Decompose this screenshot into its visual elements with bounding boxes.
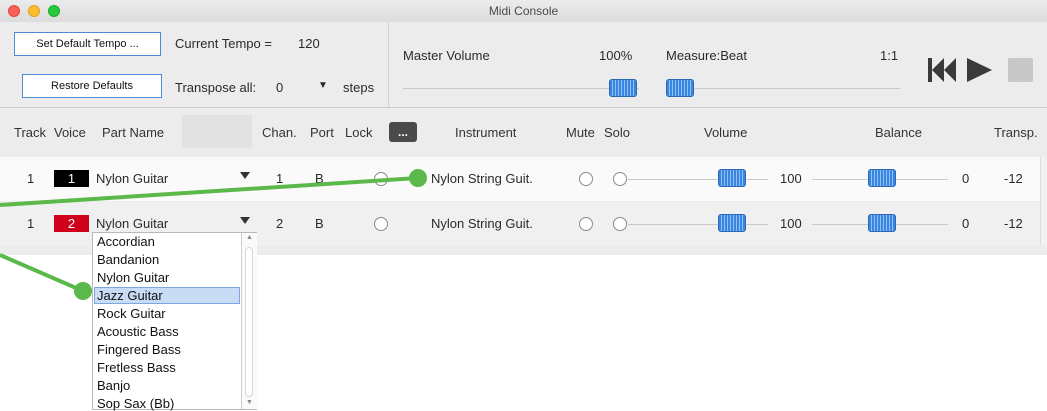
rewind-icon[interactable]	[928, 58, 956, 82]
dropdown-scrollbar[interactable]: ▲ ▼	[241, 233, 257, 409]
mute-toggle[interactable]	[579, 172, 593, 186]
transpose-all-label: Transpose all:	[175, 80, 257, 95]
set-default-tempo-button[interactable]: Set Default Tempo ...	[14, 32, 161, 56]
measure-track[interactable]	[666, 88, 900, 89]
balance-slider-thumb[interactable]	[868, 169, 896, 187]
header-transp: Transp.	[994, 125, 1038, 140]
list-item[interactable]: Fretless Bass	[97, 360, 176, 375]
port-value[interactable]: B	[315, 216, 324, 231]
master-volume-label: Master Volume	[403, 48, 490, 63]
header-lock: Lock	[345, 125, 373, 140]
mute-toggle[interactable]	[579, 217, 593, 231]
current-tempo-label: Current Tempo =	[175, 36, 272, 51]
voice-badge: 1	[54, 170, 89, 187]
volume-slider-thumb[interactable]	[718, 214, 746, 232]
header-instrument: Instrument	[455, 125, 517, 140]
measure-beat-value: 1:1	[880, 48, 899, 63]
list-item[interactable]: Nylon Guitar	[97, 270, 169, 285]
transport-controls	[928, 58, 1033, 82]
volume-value: 100	[780, 216, 802, 231]
solo-toggle[interactable]	[613, 172, 627, 186]
steps-label: steps	[343, 80, 375, 95]
lock-toggle[interactable]	[374, 172, 388, 186]
transpose-value[interactable]: -12	[1004, 216, 1023, 231]
toolbar-divider	[388, 22, 389, 107]
header-volume: Volume	[704, 125, 748, 140]
more-options-button[interactable]: ...	[389, 122, 417, 142]
list-item[interactable]: Bandanion	[97, 252, 159, 267]
list-item[interactable]: Banjo	[97, 378, 130, 393]
part-dropdown-icon[interactable]	[240, 217, 250, 224]
master-volume-slider-thumb[interactable]	[609, 79, 637, 97]
table-scrollbar[interactable]	[1040, 157, 1047, 245]
header-port: Port	[310, 125, 334, 140]
master-volume-track[interactable]	[403, 88, 639, 89]
header-chan: Chan.	[262, 125, 297, 140]
port-value[interactable]: B	[315, 171, 324, 186]
lock-toggle[interactable]	[374, 217, 388, 231]
measure-beat-label: Measure:Beat	[666, 48, 747, 63]
header-mute: Mute	[566, 125, 595, 140]
master-volume-value: 100%	[599, 48, 633, 63]
list-item[interactable]: Sop Sax (Bb)	[97, 396, 174, 411]
part-dropdown-icon[interactable]	[240, 172, 250, 179]
instrument-name: Nylon String Guit.	[431, 216, 533, 231]
list-item[interactable]: Fingered Bass	[97, 342, 181, 357]
voice-badge: 2	[54, 215, 89, 232]
balance-value: 0	[962, 216, 970, 231]
header-part-name: Part Name	[102, 125, 165, 140]
track-number: 1	[27, 171, 35, 186]
part-name-select[interactable]: Nylon Guitar	[96, 171, 168, 186]
header-voice: Voice	[54, 125, 86, 140]
current-tempo-value: 120	[298, 36, 320, 51]
measure-slider-thumb[interactable]	[666, 79, 694, 97]
list-item[interactable]: Rock Guitar	[97, 306, 166, 321]
transpose-value[interactable]: -12	[1004, 171, 1023, 186]
scroll-down-icon[interactable]: ▼	[246, 399, 253, 406]
volume-value: 100	[780, 171, 802, 186]
transpose-dropdown-icon[interactable]: ▼	[318, 80, 328, 91]
track-number: 1	[27, 216, 35, 231]
solo-toggle[interactable]	[613, 217, 627, 231]
midi-console-window: Midi Console Set Default Tempo ... Resto…	[0, 0, 1047, 255]
list-item[interactable]: Acoustic Bass	[97, 324, 179, 339]
instrument-name: Nylon String Guit.	[431, 171, 533, 186]
volume-slider-thumb[interactable]	[718, 169, 746, 187]
restore-defaults-button[interactable]: Restore Defaults	[22, 74, 162, 98]
part-name-filter-field[interactable]	[182, 115, 252, 148]
balance-value: 0	[962, 171, 970, 186]
list-item-selected[interactable]: Jazz Guitar	[97, 288, 163, 303]
header-track: Track	[14, 125, 47, 140]
window-title: Midi Console	[488, 4, 559, 18]
callout-dot-dropdown	[74, 282, 92, 300]
stop-icon[interactable]	[1008, 58, 1033, 82]
title-bar: Midi Console	[0, 0, 1047, 23]
channel-value[interactable]: 1	[276, 171, 283, 186]
dropdown-scroll-thumb[interactable]	[245, 247, 253, 397]
table-header: Track Voice Part Name Chan. Port Lock In…	[0, 115, 1047, 151]
toolbar: Set Default Tempo ... Restore Defaults C…	[0, 22, 1047, 108]
list-item[interactable]: Accordian	[97, 234, 155, 249]
scroll-up-icon[interactable]: ▲	[246, 234, 253, 241]
table-row: 1 1 Nylon Guitar 1 B Nylon String Guit. …	[0, 157, 1040, 201]
header-solo: Solo	[604, 125, 631, 140]
play-icon[interactable]	[967, 58, 992, 82]
transpose-all-select[interactable]: 0	[276, 80, 283, 95]
volume-slider-track[interactable]	[628, 179, 768, 180]
header-balance: Balance	[875, 125, 922, 140]
volume-slider-track[interactable]	[628, 224, 768, 225]
part-name-select[interactable]: Nylon Guitar	[96, 216, 168, 231]
balance-slider-thumb[interactable]	[868, 214, 896, 232]
part-name-dropdown-list[interactable]: Accordian Bandanion Nylon Guitar Jazz Gu…	[92, 232, 257, 411]
channel-value[interactable]: 2	[276, 216, 283, 231]
callout-line-dropdown	[0, 253, 84, 293]
